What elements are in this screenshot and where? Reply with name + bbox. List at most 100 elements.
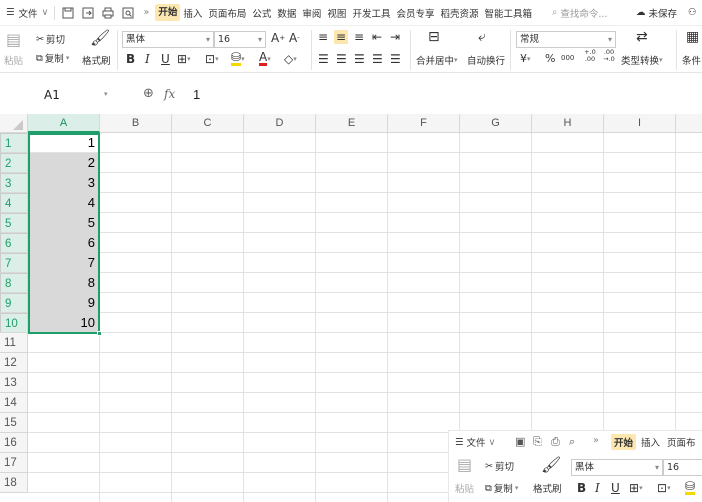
fill-color-icon[interactable]: ⛁ ▾ <box>231 51 245 66</box>
print-icon[interactable] <box>100 0 116 26</box>
export-icon[interactable] <box>80 0 96 26</box>
fill-color-icon[interactable]: ⛁ <box>685 480 696 495</box>
hamburger-icon[interactable]: ☰ <box>6 0 15 26</box>
unsaved-status[interactable]: ☁ 未保存 <box>636 0 677 26</box>
bold-icon[interactable]: B <box>577 481 586 495</box>
increase-font-icon[interactable]: A + <box>271 31 285 45</box>
row-header-2[interactable]: 2 <box>0 153 28 173</box>
align-bottom-icon[interactable]: ≡ <box>354 30 364 44</box>
column-header-partial[interactable] <box>676 114 702 133</box>
column-header-a[interactable]: A <box>28 114 100 133</box>
zoom-icon[interactable]: ⊕ <box>143 86 154 101</box>
type-convert-button[interactable]: 类型转换 ▾ <box>621 53 663 67</box>
align-left-icon[interactable]: ☰ <box>318 52 329 66</box>
copy-button[interactable]: ⧉ 复制 ▾ <box>36 51 69 66</box>
column-header-f[interactable]: F <box>388 114 460 133</box>
number-format-select[interactable]: 常规 ▾ <box>516 31 616 48</box>
thousands-button[interactable]: 000 <box>561 54 574 62</box>
mini-tab-page-layout[interactable]: 页面布 <box>667 435 696 449</box>
row-header-5[interactable]: 5 <box>0 213 28 233</box>
export-icon[interactable]: ⎘ <box>533 435 542 449</box>
wrap-text-icon[interactable]: ⤶ <box>478 29 486 45</box>
column-header-h[interactable]: H <box>532 114 604 133</box>
row-header-12[interactable]: 12 <box>0 353 28 373</box>
percent-button[interactable]: % <box>545 52 555 65</box>
row-header-3[interactable]: 3 <box>0 173 28 193</box>
format-painter-icon[interactable]: 🖌 <box>541 455 561 474</box>
align-top-icon[interactable]: ≡ <box>318 30 328 44</box>
mini-format-painter-button[interactable]: 格式刷 <box>533 481 562 495</box>
format-painter-button[interactable]: 格式刷 <box>82 53 111 67</box>
row-header-14[interactable]: 14 <box>0 393 28 413</box>
more-icon[interactable]: » <box>593 435 599 446</box>
row-header-18[interactable]: 18 <box>0 473 28 493</box>
chevron-down-icon[interactable]: ▾ <box>104 90 108 98</box>
border-style-icon[interactable]: ⊡ ▾ <box>657 481 671 495</box>
indent-decrease-icon[interactable]: ⇤ <box>372 30 382 44</box>
row-header-10[interactable]: 10 <box>0 313 28 333</box>
print-preview-icon[interactable] <box>120 0 136 26</box>
tab-insert[interactable]: 插入 <box>180 6 205 20</box>
paste-icon[interactable]: ▤ <box>457 455 472 474</box>
tab-docer[interactable]: 稻壳资源 <box>437 6 481 20</box>
cut-button[interactable]: ✂ 剪切 <box>36 32 65 47</box>
tab-formulas[interactable]: 公式 <box>249 6 274 20</box>
row-header-6[interactable]: 6 <box>0 233 28 253</box>
print-icon[interactable]: ⎙ <box>551 435 560 449</box>
row-header-16[interactable]: 16 <box>0 433 28 453</box>
select-all-corner[interactable] <box>0 114 28 133</box>
tab-member[interactable]: 会员专享 <box>393 6 437 20</box>
fx-icon[interactable]: fx <box>164 87 175 101</box>
distributed-icon[interactable]: ☰ <box>390 52 401 66</box>
mini-font-name-select[interactable]: 黑体 ▾ <box>571 459 663 476</box>
tab-page-layout[interactable]: 页面布局 <box>205 6 249 20</box>
row-header-15[interactable]: 15 <box>0 413 28 433</box>
italic-icon[interactable]: I <box>145 52 150 66</box>
mini-cut-button[interactable]: ✂ 剪切 <box>485 459 514 474</box>
row-header-8[interactable]: 8 <box>0 273 28 293</box>
command-search[interactable]: ⌕ 查找命令... <box>552 0 607 26</box>
tab-review[interactable]: 审阅 <box>299 6 324 20</box>
font-name-select[interactable]: 黑体 ▾ <box>122 31 214 48</box>
border-style-icon[interactable]: ⊡ ▾ <box>205 52 219 66</box>
decrease-font-icon[interactable]: A- <box>289 31 300 45</box>
save-icon[interactable] <box>60 0 76 26</box>
type-convert-icon[interactable]: ⇄ <box>636 29 648 45</box>
wrap-text-button[interactable]: 自动换行 <box>467 53 505 67</box>
fill-handle[interactable] <box>97 331 102 336</box>
conditional-format-icon[interactable]: ▦ <box>686 29 699 45</box>
merge-icon[interactable]: ⊟ <box>428 29 440 45</box>
align-middle-icon[interactable]: ≡ <box>334 30 349 44</box>
tab-home[interactable]: 开始 <box>155 4 181 21</box>
indent-increase-icon[interactable]: ⇥ <box>390 30 400 44</box>
print-preview-icon[interactable]: ⌕ <box>569 435 575 449</box>
column-header-c[interactable]: C <box>172 114 244 133</box>
column-header-g[interactable]: G <box>460 114 532 133</box>
tab-smart-tools[interactable]: 智能工具箱 <box>481 6 535 20</box>
mini-copy-button[interactable]: ⧉ 复制 ▾ <box>485 481 518 496</box>
mini-tab-insert[interactable]: 插入 <box>641 435 660 449</box>
row-header-17[interactable]: 17 <box>0 453 28 473</box>
merge-center-button[interactable]: 合并居中 ▾ <box>416 53 458 67</box>
paste-icon[interactable]: ▤ <box>6 30 21 49</box>
paste-button[interactable]: 粘贴 <box>4 53 23 67</box>
formula-input[interactable]: 1 <box>193 87 200 102</box>
column-header-i[interactable]: I <box>604 114 676 133</box>
borders-icon[interactable]: ⊞ ▾ <box>177 52 191 66</box>
more-icon[interactable]: » <box>144 0 150 26</box>
decrease-decimal-button[interactable]: .00 →.0 <box>600 49 618 63</box>
file-menu[interactable]: 文件 ∨ <box>19 0 49 26</box>
row-header-13[interactable]: 13 <box>0 373 28 393</box>
increase-decimal-button[interactable]: +.0 .00 <box>581 49 599 63</box>
italic-icon[interactable]: I <box>595 481 600 495</box>
row-header-7[interactable]: 7 <box>0 253 28 273</box>
row-header-4[interactable]: 4 <box>0 193 28 213</box>
underline-icon[interactable]: U <box>611 481 620 495</box>
bold-icon[interactable]: B <box>126 52 135 66</box>
tab-view[interactable]: 视图 <box>324 6 349 20</box>
share-icon[interactable]: ⚇ <box>688 0 697 26</box>
mini-tab-home[interactable]: 开始 <box>611 434 637 450</box>
tab-data[interactable]: 数据 <box>274 6 299 20</box>
row-header-9[interactable]: 9 <box>0 293 28 313</box>
clear-icon[interactable]: ◇ ▾ <box>284 52 297 66</box>
